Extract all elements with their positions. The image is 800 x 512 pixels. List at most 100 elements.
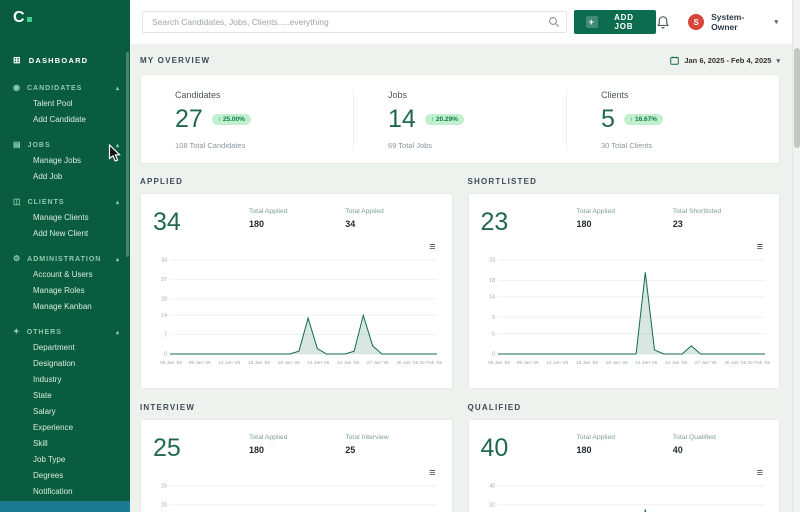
chevron-up-icon: ▴ xyxy=(115,142,120,149)
svg-text:18 Jan '25: 18 Jan '25 xyxy=(278,360,300,366)
svg-text:12 Jan '25: 12 Jan '25 xyxy=(218,360,240,366)
sidebar-item-industry[interactable]: Industry xyxy=(0,371,130,387)
stat-clients: Clients 5 ↑ 16.67% 30 Total Clients xyxy=(566,90,779,150)
svg-text:27: 27 xyxy=(161,277,167,283)
svg-text:20: 20 xyxy=(161,503,167,509)
chart-stat-2: Total Applied 34 xyxy=(345,208,384,229)
svg-text:06 Jan '25: 06 Jan '25 xyxy=(488,360,510,366)
svg-text:27 Jan '25: 27 Jan '25 xyxy=(367,360,389,366)
sidebar-item-job-type[interactable]: Job Type xyxy=(0,451,130,467)
section-label: JOBS xyxy=(27,141,51,149)
date-range-picker[interactable]: Jan 6, 2025 - Feb 4, 2025 ▾ xyxy=(670,56,780,65)
page-scrollbar[interactable] xyxy=(792,0,800,512)
chart-section-shortlisted: SHORTLISTED 23 Total Applied 180 Total Short… xyxy=(467,177,780,389)
sidebar-item-account-users[interactable]: Account & Users xyxy=(0,266,130,282)
notification-bell-icon[interactable] xyxy=(656,15,670,30)
main-content: MY OVERVIEW Jan 6, 2025 - Feb 4, 2025 ▾ … xyxy=(130,44,792,512)
calendar-icon xyxy=(670,56,680,65)
sidebar-item-state[interactable]: State xyxy=(0,387,130,403)
chart-plot: 051015202506 Jan '2509 Jan '2512 Jan '25… xyxy=(153,482,442,512)
sidebar-item-designation[interactable]: Designation xyxy=(0,355,130,371)
chart-menu-icon[interactable]: ≡ xyxy=(429,242,435,253)
svg-text:14: 14 xyxy=(161,313,167,319)
sidebar-item-department[interactable]: Department xyxy=(0,339,130,355)
chart-card-shortlisted: 23 Total Applied 180 Total Shortlisted 23 ≡ 0 5… xyxy=(467,193,780,389)
chevron-up-icon: ▴ xyxy=(115,256,120,263)
search-icon xyxy=(548,16,560,28)
chart-section-qualified: QUALIFIED 40 Total Applied 180 Total Qualifi… xyxy=(467,403,780,512)
sidebar-item-degrees[interactable]: Degrees xyxy=(0,467,130,483)
svg-text:14: 14 xyxy=(489,295,495,301)
chart-plot: 0 7 14 20 27 34 06 Jan '25 09 Jan '25 12 Jan '25… xyxy=(153,256,442,366)
chart-stat-2: Total Interview 25 xyxy=(345,434,389,455)
sidebar-section-header-clients[interactable]: ◫ CLIENTS ▴ xyxy=(0,195,130,209)
section-label: CLIENTS xyxy=(27,198,65,206)
stat-value: 27 xyxy=(175,105,203,133)
arrow-up-icon: ↑ xyxy=(629,116,634,123)
page-scrollbar-thumb[interactable] xyxy=(793,48,800,148)
chart-big-value: 40 xyxy=(480,434,509,462)
chart-menu-icon[interactable]: ≡ xyxy=(757,468,763,479)
sidebar-item-talent-pool[interactable]: Talent Pool xyxy=(0,95,130,111)
sidebar-item-notification[interactable]: Notification xyxy=(0,483,130,499)
charts-grid: APPLIED 34 Total Applied 180 Total Applied 34… xyxy=(140,177,780,512)
sidebar-section-others: ✦ OTHERS ▴ Department Designation Industry Sta… xyxy=(0,325,130,499)
svg-text:15 Jan '25: 15 Jan '25 xyxy=(248,360,270,366)
sidebar-section-header-others[interactable]: ✦ OTHERS ▴ xyxy=(0,325,130,339)
svg-text:02 Feb '25: 02 Feb '25 xyxy=(419,360,442,366)
sidebar-section-header-jobs[interactable]: ▤ JOBS ▴ xyxy=(0,138,130,152)
sidebar-item-salary[interactable]: Salary xyxy=(0,403,130,419)
chevron-up-icon: ▴ xyxy=(115,199,120,206)
sidebar-section-header-candidates[interactable]: ◉ CANDIDATES ▴ xyxy=(0,81,130,95)
svg-text:7: 7 xyxy=(164,332,167,338)
svg-text:30 Jan '25: 30 Jan '25 xyxy=(396,360,418,366)
sidebar-section-jobs: ▤ JOBS ▴ Manage Jobs Add Job xyxy=(0,138,130,184)
sidebar-item-add-candidate[interactable]: Add Candidate xyxy=(0,111,130,127)
sidebar-item-add-job[interactable]: Add Job xyxy=(0,168,130,184)
add-job-button[interactable]: + ADD JOB xyxy=(573,10,657,34)
sidebar-item-manage-jobs[interactable]: Manage Jobs xyxy=(0,152,130,168)
chart-card-qualified: 40Total Applied180Total Qualified40≡0816… xyxy=(467,419,780,512)
app-logo[interactable]: C xyxy=(0,0,130,27)
sidebar-bottom-strip xyxy=(0,501,130,512)
plus-icon: + xyxy=(585,16,598,28)
chevron-down-icon: ▾ xyxy=(774,19,778,26)
svg-text:20: 20 xyxy=(161,296,167,302)
search-box xyxy=(142,11,567,33)
chart-section-title: QUALIFIED xyxy=(467,403,522,412)
sidebar-item-manage-roles[interactable]: Manage Roles xyxy=(0,282,130,298)
sidebar-nav: ◉ CANDIDATES ▴ Talent Pool Add Candidate ▤ JOB… xyxy=(0,81,130,499)
sidebar-item-add-new-client[interactable]: Add New Client xyxy=(0,225,130,241)
sidebar-scrollbar[interactable] xyxy=(126,52,129,257)
section-label: ADMINISTRATION xyxy=(27,255,102,263)
section-label: OTHERS xyxy=(26,328,62,336)
sidebar-section-administration: ⚙ ADMINISTRATION ▴ Account & Users Manage Ro… xyxy=(0,252,130,314)
stat-label: Clients xyxy=(601,90,629,100)
others-icon: ✦ xyxy=(13,327,21,336)
chart-big-value: 25 xyxy=(153,434,181,462)
sidebar-item-experience[interactable]: Experience xyxy=(0,419,130,435)
stat-label: Candidates xyxy=(175,90,221,100)
sidebar-section-header-administration[interactable]: ⚙ ADMINISTRATION ▴ xyxy=(0,252,130,266)
svg-text:09 Jan '25: 09 Jan '25 xyxy=(189,360,211,366)
chart-menu-icon[interactable]: ≡ xyxy=(757,242,763,253)
svg-text:06 Jan '25: 06 Jan '25 xyxy=(160,360,182,366)
chart-card-applied: 34 Total Applied 180 Total Applied 34 ≡ 0 7 14 20… xyxy=(140,193,453,389)
chart-stat-1: Total Applied 180 xyxy=(576,208,616,229)
sidebar-item-dashboard[interactable]: ⊞ DASHBOARD xyxy=(0,51,130,70)
sidebar-item-manage-kanban[interactable]: Manage Kanban xyxy=(0,298,130,314)
sidebar-item-manage-clients[interactable]: Manage Clients xyxy=(0,209,130,225)
svg-text:25: 25 xyxy=(161,484,167,490)
chart-menu-icon[interactable]: ≡ xyxy=(429,468,435,479)
user-avatar[interactable]: S xyxy=(688,14,705,30)
stat-value: 14 xyxy=(388,105,416,133)
section-label: CANDIDATES xyxy=(26,84,83,92)
stat-candidates: Candidates 27 ↑ 25.00% 108 Total Candidates xyxy=(141,90,353,150)
user-menu[interactable]: System-Owner ▾ xyxy=(711,12,778,32)
clients-icon: ◫ xyxy=(13,197,22,206)
sidebar-item-skill[interactable]: Skill xyxy=(0,435,130,451)
search-input[interactable] xyxy=(142,11,567,33)
chevron-down-icon: ▾ xyxy=(776,57,780,65)
chart-stat-1: Total Applied 180 xyxy=(576,434,616,455)
chevron-up-icon: ▴ xyxy=(115,329,120,336)
